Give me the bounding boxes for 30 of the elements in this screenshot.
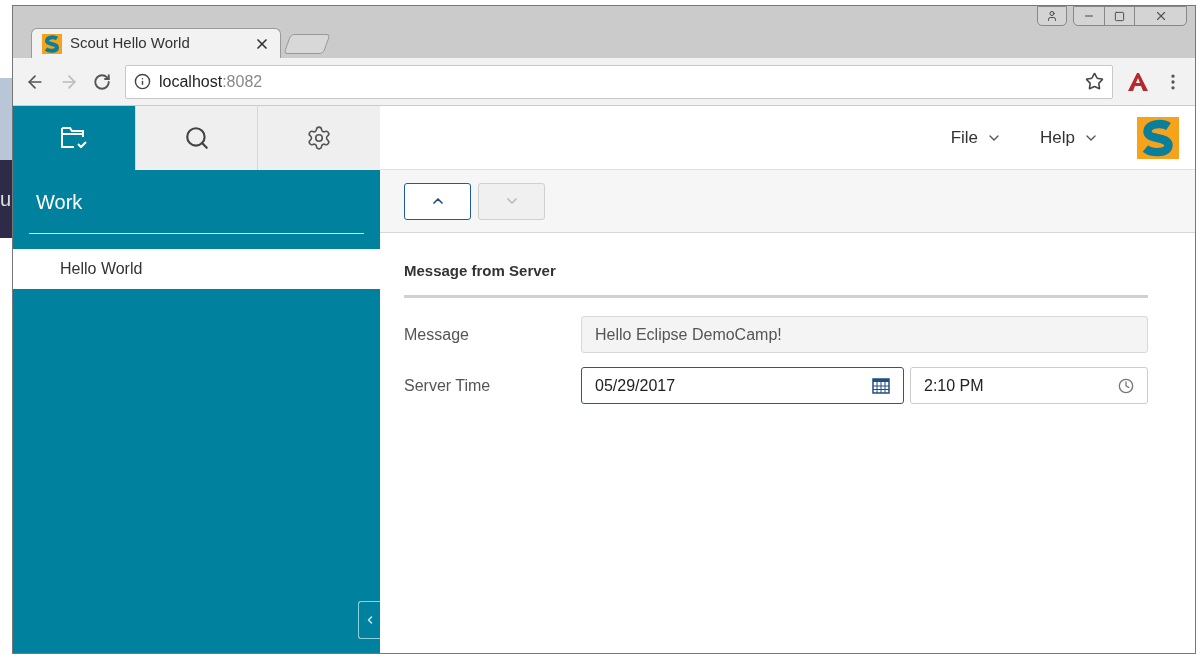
browser-tab[interactable]: Scout Hello World <box>31 28 281 58</box>
collapse-button[interactable] <box>358 601 380 639</box>
sidebar-tab[interactable] <box>134 106 258 170</box>
reload-icon[interactable] <box>93 72 111 91</box>
group-title: Message from Server <box>404 262 556 279</box>
address-bar[interactable]: localhost:8082 <box>125 64 1113 99</box>
tab-title: Scout Hello World <box>70 33 191 54</box>
info-icon <box>134 73 151 90</box>
desktop-text: u <box>0 189 12 209</box>
user-icon <box>1046 10 1058 22</box>
menu-button[interactable]: Help <box>1040 124 1099 151</box>
field-label: Message <box>404 324 470 345</box>
calendar-icon <box>872 377 890 394</box>
sidebar-title: Work <box>36 189 83 215</box>
app-logo <box>1137 116 1179 159</box>
url-text: localhost:8082 <box>159 71 264 92</box>
maximize-icon <box>1114 10 1125 22</box>
favicon-logo <box>42 33 62 54</box>
letter-a-icon[interactable] <box>1127 71 1149 92</box>
field-label: Server Time <box>404 375 492 396</box>
time-field[interactable]: 2:10 PM <box>910 367 1148 404</box>
clock-icon <box>1118 377 1134 394</box>
star-icon[interactable] <box>1085 72 1104 91</box>
menu-button[interactable]: File <box>950 124 1003 151</box>
settings-icon <box>306 125 333 151</box>
profile-button[interactable] <box>1037 6 1067 26</box>
date-field[interactable]: 05/29/2017 <box>581 367 904 404</box>
tree-item[interactable]: Hello World <box>13 249 380 289</box>
nav-button[interactable] <box>404 182 471 220</box>
search-icon <box>183 125 210 151</box>
